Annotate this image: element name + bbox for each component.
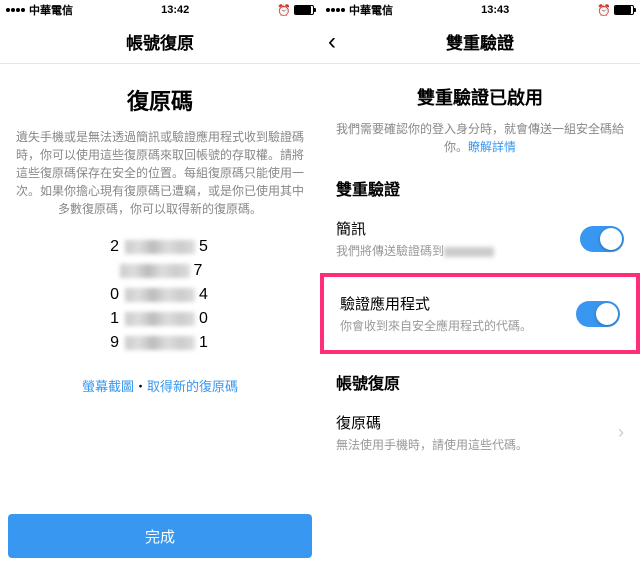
alarm-icon: ⏰: [597, 4, 611, 17]
nav-title: 雙重驗證: [446, 29, 514, 54]
recovery-codes-screen: 中華電信 13:42 ⏰ 帳號復原 復原碼 遺失手機或是無法透過簡訊或驗證應用程…: [0, 0, 320, 566]
signal-icon: [326, 8, 345, 12]
done-button[interactable]: 完成: [8, 514, 312, 558]
status-time: 13:42: [161, 4, 189, 16]
alarm-icon: ⏰: [277, 4, 291, 17]
carrier-label: 中華電信: [29, 2, 73, 18]
recovery-codes-list: 25 7 04 10 91: [16, 238, 304, 352]
sms-toggle[interactable]: [580, 226, 624, 252]
authenticator-title: 驗證應用程式: [340, 293, 576, 314]
authenticator-subtitle: 你會收到來自安全應用程式的代碼。: [340, 317, 576, 334]
section-recovery: 帳號復原: [336, 370, 624, 394]
status-bar: 中華電信 13:42 ⏰: [0, 0, 320, 20]
recovery-title: 復原碼: [336, 412, 618, 433]
screenshot-link[interactable]: 螢幕截圖: [82, 379, 134, 394]
nav-bar: 帳號復原: [0, 20, 320, 64]
battery-icon: [614, 5, 634, 15]
two-factor-screen: 中華電信 13:43 ⏰ ‹ 雙重驗證 雙重驗證已啟用 我們需要確認你的登入身分…: [320, 0, 640, 566]
recovery-code: 04: [110, 286, 210, 304]
page-heading: 復原碼: [16, 84, 304, 116]
nav-title: 帳號復原: [126, 29, 194, 54]
section-two-factor: 雙重驗證: [336, 176, 624, 200]
authenticator-toggle[interactable]: [576, 301, 620, 327]
recovery-code: 7: [116, 262, 205, 280]
sms-row: 簡訊 我們將傳送驗證碼到: [336, 208, 624, 269]
page-heading: 雙重驗證已啟用: [336, 84, 624, 110]
recovery-codes-row[interactable]: 復原碼 無法使用手機時，請使用這些代碼。 ›: [336, 402, 624, 463]
sms-title: 簡訊: [336, 218, 580, 239]
code-actions: 螢幕截圖・取得新的復原碼: [16, 376, 304, 395]
sms-subtitle: 我們將傳送驗證碼到: [336, 242, 580, 259]
signal-icon: [6, 8, 25, 12]
page-description: 遺失手機或是無法透過簡訊或驗證應用程式收到驗證碼時，你可以使用這些復原碼來取回帳…: [16, 128, 304, 218]
recovery-code: 25: [110, 238, 210, 256]
recovery-code: 91: [110, 334, 210, 352]
learn-more-link[interactable]: 瞭解詳情: [468, 140, 516, 154]
highlight-annotation: 驗證應用程式 你會收到來自安全應用程式的代碼。: [320, 273, 640, 354]
carrier-label: 中華電信: [349, 2, 393, 18]
status-time: 13:43: [481, 4, 509, 16]
page-description: 我們需要確認你的登入身分時，就會傳送一組安全碼給你。瞭解詳情: [336, 120, 624, 156]
battery-icon: [294, 5, 314, 15]
nav-bar: ‹ 雙重驗證: [320, 20, 640, 64]
recovery-subtitle: 無法使用手機時，請使用這些代碼。: [336, 436, 618, 453]
authenticator-row: 驗證應用程式 你會收到來自安全應用程式的代碼。: [340, 283, 620, 344]
new-codes-link[interactable]: 取得新的復原碼: [147, 379, 238, 394]
chevron-right-icon: ›: [618, 422, 624, 443]
back-button[interactable]: ‹: [328, 28, 336, 56]
status-bar: 中華電信 13:43 ⏰: [320, 0, 640, 20]
recovery-code: 10: [110, 310, 210, 328]
